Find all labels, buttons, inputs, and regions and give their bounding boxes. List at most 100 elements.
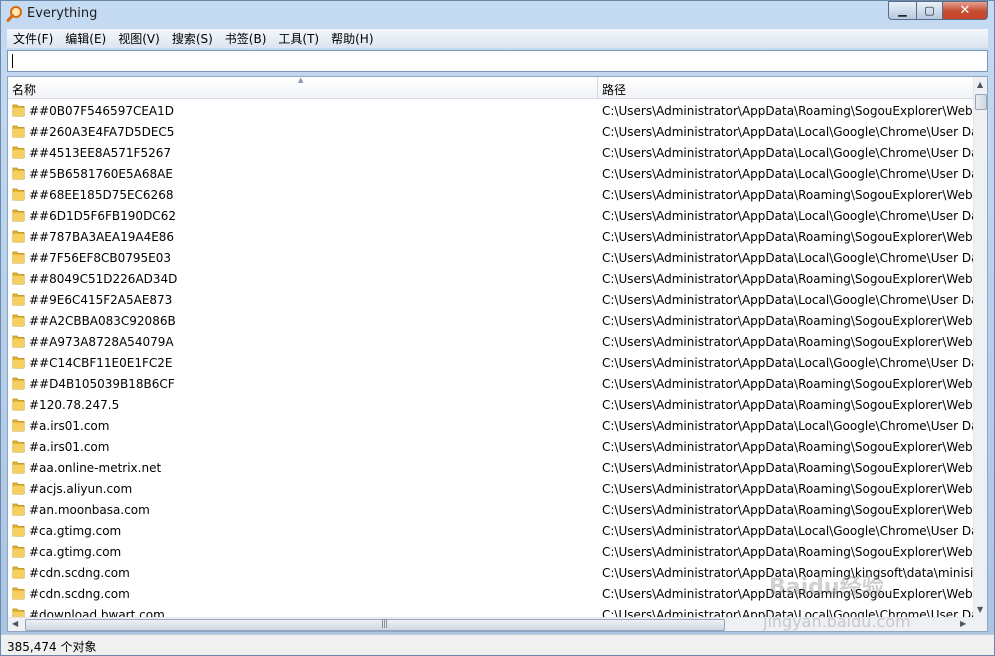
item-name: ##787BA3AEA19A4E86 xyxy=(29,230,175,244)
item-path: C:\Users\Administrator\AppData\Local\Goo… xyxy=(602,251,973,265)
column-header-path[interactable]: 路径 xyxy=(598,77,973,99)
folder-icon xyxy=(12,251,25,264)
item-name: ##4513EE8A571F5267 xyxy=(29,146,172,160)
status-bar: 385,474 个对象 xyxy=(1,634,994,655)
list-item[interactable]: ##D4B105039B18B6CF C:\Users\Administrator… xyxy=(8,373,973,394)
item-name: #120.78.247.5 xyxy=(29,398,120,412)
vertical-scrollbar[interactable]: ▲ ▼ xyxy=(973,77,987,617)
list-item[interactable]: #120.78.247.5 C:\Users\Administrator\AppD… xyxy=(8,394,973,415)
folder-icon xyxy=(12,167,25,180)
item-name: ##9E6C415F2A5AE873 xyxy=(29,293,173,307)
list-header: 名称 ▲ 路径 xyxy=(8,77,973,99)
rows-container: ##0B07F546597CEA1D C:\Users\Administrator… xyxy=(8,100,973,617)
menu-search[interactable]: 搜索(S) xyxy=(166,30,219,47)
list-item[interactable]: #aa.online-metrix.net C:\Users\Administra… xyxy=(8,457,973,478)
item-path: C:\Users\Administrator\AppData\Roaming\S… xyxy=(602,335,973,349)
item-path: C:\Users\Administrator\AppData\Roaming\S… xyxy=(602,230,973,244)
list-item[interactable]: ##A2CBBA083C92086B C:\Users\Administrator… xyxy=(8,310,973,331)
item-name: ##260A3E4FA7D5DEC5 xyxy=(29,125,175,139)
item-path: C:\Users\Administrator\AppData\Roaming\S… xyxy=(602,545,973,559)
item-path: C:\Users\Administrator\AppData\Roaming\S… xyxy=(602,440,973,454)
item-path: C:\Users\Administrator\AppData\Local\Goo… xyxy=(602,356,973,370)
column-header-name[interactable]: 名称 ▲ xyxy=(8,77,598,99)
list-item[interactable]: ##9E6C415F2A5AE873 C:\Users\Administrator… xyxy=(8,289,973,310)
folder-icon xyxy=(12,419,25,432)
list-item[interactable]: #acjs.aliyun.com C:\Users\Administrator\A… xyxy=(8,478,973,499)
folder-icon xyxy=(12,566,25,579)
list-item[interactable]: ##8049C51D226AD34D C:\Users\Administrator… xyxy=(8,268,973,289)
item-name: #download.bwart.com xyxy=(29,608,165,617)
item-path: C:\Users\Administrator\AppData\Local\Goo… xyxy=(602,125,973,139)
scroll-left-arrow-icon[interactable]: ◀ xyxy=(12,619,18,628)
list-item[interactable]: #a.irs01.com C:\Users\Administrator\AppDa… xyxy=(8,436,973,457)
list-item[interactable]: ##A973A8728A54079A C:\Users\Administrator… xyxy=(8,331,973,352)
item-path: C:\Users\Administrator\AppData\Roaming\S… xyxy=(602,461,973,475)
item-name: #aa.online-metrix.net xyxy=(29,461,162,475)
menu-view[interactable]: 视图(V) xyxy=(112,30,166,47)
scroll-up-arrow-icon[interactable]: ▲ xyxy=(977,80,983,89)
item-name: #acjs.aliyun.com xyxy=(29,482,133,496)
item-path: C:\Users\Administrator\AppData\Local\Goo… xyxy=(602,293,973,307)
object-count: 385,474 个对象 xyxy=(7,640,97,654)
horizontal-scroll-thumb[interactable]: ||| xyxy=(25,619,725,631)
menu-bar: 文件(F) 编辑(E) 视图(V) 搜索(S) 书签(B) 工具(T) 帮助(H… xyxy=(7,29,988,48)
minimize-button[interactable]: ▁ xyxy=(888,1,916,20)
folder-icon xyxy=(12,314,25,327)
menu-edit[interactable]: 编辑(E) xyxy=(59,30,112,47)
folder-icon xyxy=(12,587,25,600)
list-item[interactable]: ##68EE185D75EC6268 C:\Users\Administrator… xyxy=(8,184,973,205)
item-name: #cdn.scdng.com xyxy=(29,566,130,580)
list-item[interactable]: ##6D1D5F6FB190DC62 C:\Users\Administrator… xyxy=(8,205,973,226)
item-name: #a.irs01.com xyxy=(29,419,110,433)
item-path: C:\Users\Administrator\AppData\Local\Goo… xyxy=(602,167,973,181)
list-item[interactable]: #ca.gtimg.com C:\Users\Administrator\AppD… xyxy=(8,541,973,562)
scroll-down-arrow-icon[interactable]: ▼ xyxy=(977,605,983,614)
watermark-logo: Baidu经验 xyxy=(769,575,884,600)
list-item[interactable]: ##7F56EF8CB0795E03 C:\Users\Administrator… xyxy=(8,247,973,268)
vertical-scroll-thumb[interactable] xyxy=(975,94,987,110)
item-name: ##A973A8728A54079A xyxy=(29,335,174,349)
window-title: Everything xyxy=(27,6,98,21)
text-caret xyxy=(12,54,13,68)
folder-icon xyxy=(12,293,25,306)
folder-icon xyxy=(12,209,25,222)
folder-icon xyxy=(12,377,25,390)
list-item[interactable]: ##260A3E4FA7D5DEC5 C:\Users\Administrator… xyxy=(8,121,973,142)
list-item[interactable]: ##0B07F546597CEA1D C:\Users\Administrator… xyxy=(8,100,973,121)
menu-tools[interactable]: 工具(T) xyxy=(272,30,325,47)
list-item[interactable]: #a.irs01.com C:\Users\Administrator\AppDa… xyxy=(8,415,973,436)
folder-icon xyxy=(12,188,25,201)
list-item[interactable]: ##C14CBF11E0E1FC2E C:\Users\Administrator… xyxy=(8,352,973,373)
item-path: C:\Users\Administrator\AppData\Roaming\S… xyxy=(602,272,973,286)
item-path: C:\Users\Administrator\AppData\Roaming\S… xyxy=(602,314,973,328)
scroll-right-arrow-icon[interactable]: ▶ xyxy=(960,619,966,628)
magnifier-app-icon xyxy=(6,6,22,22)
folder-icon xyxy=(12,356,25,369)
folder-icon xyxy=(12,104,25,117)
list-item[interactable]: ##787BA3AEA19A4E86 C:\Users\Administrator… xyxy=(8,226,973,247)
item-name: ##0B07F546597CEA1D xyxy=(29,104,175,118)
item-name: ##8049C51D226AD34D xyxy=(29,272,178,286)
list-item[interactable]: ##4513EE8A571F5267 C:\Users\Administrator… xyxy=(8,142,973,163)
sort-ascending-icon: ▲ xyxy=(298,76,304,84)
folder-icon xyxy=(12,524,25,537)
list-item[interactable]: ##5B6581760E5A68AE C:\Users\Administrator… xyxy=(8,163,973,184)
menu-help[interactable]: 帮助(H) xyxy=(325,30,379,47)
list-item[interactable]: #ca.gtimg.com C:\Users\Administrator\AppD… xyxy=(8,520,973,541)
item-name: ##C14CBF11E0E1FC2E xyxy=(29,356,173,370)
item-path: C:\Users\Administrator\AppData\Roaming\S… xyxy=(602,377,973,391)
close-button[interactable]: ✕ xyxy=(942,1,988,20)
menu-bookmarks[interactable]: 书签(B) xyxy=(219,30,273,47)
menu-file[interactable]: 文件(F) xyxy=(7,30,59,47)
window-controls: ▁ ▢ ✕ xyxy=(888,1,988,20)
list-item[interactable]: #an.moonbasa.com C:\Users\Administrator\A… xyxy=(8,499,973,520)
results-list: 名称 ▲ 路径 ##0B07F546597CEA1D C:\Users\Admin… xyxy=(7,76,988,632)
title-bar[interactable]: Everything ▁ ▢ ✕ xyxy=(1,1,994,27)
item-path: C:\Users\Administrator\AppData\Local\Goo… xyxy=(602,419,973,433)
folder-icon xyxy=(12,335,25,348)
folder-icon xyxy=(12,482,25,495)
maximize-button[interactable]: ▢ xyxy=(916,1,942,20)
item-name: ##D4B105039B18B6CF xyxy=(29,377,175,391)
search-input[interactable] xyxy=(7,50,988,72)
close-icon: ✕ xyxy=(959,3,971,18)
